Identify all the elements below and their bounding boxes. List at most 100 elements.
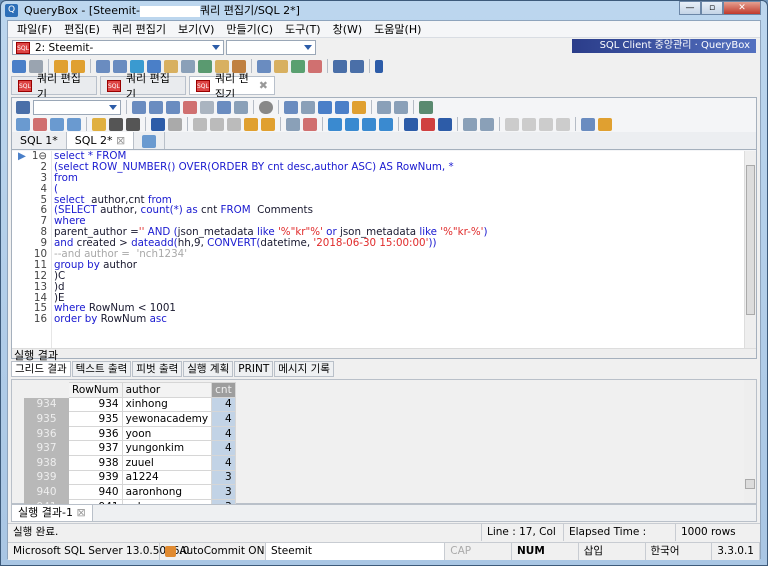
close-query-icon[interactable] [33,117,47,131]
code-line[interactable]: )C [54,270,744,282]
execute-error-icon[interactable] [183,100,197,114]
uncomment-icon[interactable] [261,117,275,131]
code-lines[interactable]: select * FROM (select ROW_NUMBER() OVER(O… [54,151,744,325]
script-icon[interactable] [96,59,110,73]
code-line[interactable]: (SELECT author, count(*) as cnt FROM Com… [54,205,744,216]
cell-cnt[interactable]: 4 [211,454,236,471]
autocommit-toggle[interactable]: AutoCommit ON ▾ [160,543,273,560]
cell-rownum[interactable]: 936 [68,425,123,442]
close-button[interactable]: ✕ [723,1,761,15]
table-row[interactable]: 939 939 a1224 3 [24,469,236,486]
save-as-icon[interactable] [109,117,123,131]
ab-icon[interactable] [335,100,349,114]
doc-tab-1[interactable]: SQL 쿼리 편집기 [11,72,97,101]
table-row[interactable]: 937 937 yungonkim 4 [24,440,236,456]
prev-query-icon[interactable] [50,117,64,131]
table-row[interactable]: 940 940 aaronhong 3 [24,484,236,500]
cell-author[interactable]: yoon [121,425,213,442]
outdent-icon[interactable] [598,117,612,131]
table-row[interactable]: 935 935 yewonacademy 4 [24,411,236,427]
sql-tab-2[interactable]: SQL 2* ⊠ [66,132,135,149]
select-icon[interactable] [286,117,300,131]
code-line[interactable]: from [54,172,744,184]
comment-icon[interactable] [244,117,258,131]
cell-cnt[interactable]: 3 [211,484,236,500]
cell-cnt[interactable]: 4 [211,411,236,427]
code-line[interactable]: )d [54,281,744,293]
sql-tab-1[interactable]: SQL 1* [12,132,67,149]
grid2-icon[interactable] [394,100,408,114]
menu-window[interactable]: 창(W) [327,21,369,37]
bookmark-list-icon[interactable] [352,100,366,114]
case2-icon[interactable] [556,117,570,131]
tab-execution-plan[interactable]: 실행 계획 [183,361,234,377]
stop-icon[interactable] [259,100,273,114]
layout-icon[interactable] [333,59,347,73]
menu-tools[interactable]: 도구(T) [279,21,327,37]
explain-icon[interactable] [234,100,248,114]
tools-icon[interactable] [375,59,383,73]
cut-icon[interactable] [193,117,207,131]
query-combo[interactable] [33,99,121,115]
cell-cnt[interactable]: 4 [211,396,236,413]
find-next-icon[interactable] [345,117,359,131]
column-header-cnt[interactable]: cnt [211,382,236,398]
monitor-sql-icon[interactable] [308,59,322,73]
note2-icon[interactable] [480,117,494,131]
close-tab-icon[interactable]: ⊠ [76,506,85,519]
menu-view[interactable]: 보기(V) [172,21,220,37]
table-row[interactable]: 936 936 yoon 4 [24,425,236,442]
maximize-button[interactable]: ▫ [701,1,723,15]
code-line[interactable]: (select ROW_NUMBER() OVER(ORDER BY cnt d… [54,161,744,173]
new-sql-tab-button[interactable] [134,132,166,149]
cell-author[interactable]: yungonkim [121,440,213,456]
doc-tab-2[interactable]: SQL 쿼리 편집기 [100,72,186,101]
paste-icon[interactable] [227,117,241,131]
cell-rownum[interactable]: 937 [68,440,123,456]
grid-icon[interactable] [377,100,391,114]
cell-cnt[interactable]: 3 [211,469,236,486]
grid-vertical-scrollbar[interactable] [744,380,756,503]
menu-create[interactable]: 만들기(C) [220,21,279,37]
settings-icon[interactable] [16,100,30,114]
copy-db-icon[interactable] [181,59,195,73]
code-line[interactable]: order by RowNum asc [54,314,744,325]
close-tab-icon[interactable]: ⊠ [116,134,125,147]
uppercase-icon[interactable] [505,117,519,131]
editor-horizontal-scrollbar[interactable] [12,348,756,358]
tab-grid-results[interactable]: 그리드 결과 [11,361,71,377]
execute-step-icon[interactable] [149,100,163,114]
execute-all-icon[interactable] [166,100,180,114]
list-icon[interactable] [301,100,315,114]
table-row[interactable]: 934 934 xinhong 4 [24,396,236,413]
open-folder-icon[interactable] [92,117,106,131]
find-prev-icon[interactable] [362,117,376,131]
code-line[interactable]: group by author [54,259,744,271]
row-header[interactable]: 936 [24,425,69,442]
execute-file-icon[interactable] [217,100,231,114]
cell-author[interactable]: zuuel [121,454,213,471]
indent-icon[interactable] [581,117,595,131]
cell-rownum[interactable]: 938 [68,454,123,471]
note-icon[interactable] [463,117,477,131]
new-query-icon[interactable] [16,117,30,131]
format-icon[interactable] [284,100,298,114]
execute-next-icon[interactable] [200,100,214,114]
sql-editor[interactable]: ▶ 1⊖ 2 3 4 5 6 7 8 9 10 11 12 13 14 15 16 select * FROM(… [12,151,744,348]
tab-pivot-output[interactable]: 피벗 출력 [132,361,183,377]
cell-author[interactable]: yewonacademy [121,411,213,427]
save-icon[interactable] [126,117,140,131]
layout2-icon[interactable] [350,59,364,73]
row-header[interactable]: 938 [24,454,69,471]
result-set-tab-1[interactable]: 실행 결과-1 ⊠ [12,505,93,521]
doc-tab-3[interactable]: SQL 쿼리 편집기 ✖ [189,72,275,101]
undo-icon[interactable] [151,117,165,131]
menu-help[interactable]: 도움말(H) [368,21,427,37]
cell-author[interactable]: aaronhong [121,484,213,500]
tab-message-log[interactable]: 메시지 기록 [274,361,334,377]
close-tab-icon[interactable]: ✖ [259,79,268,92]
sync-icon[interactable] [198,59,212,73]
row-header[interactable]: 939 [24,469,69,486]
cell-rownum[interactable]: 940 [68,484,123,500]
bookmark-icon[interactable] [404,117,418,131]
